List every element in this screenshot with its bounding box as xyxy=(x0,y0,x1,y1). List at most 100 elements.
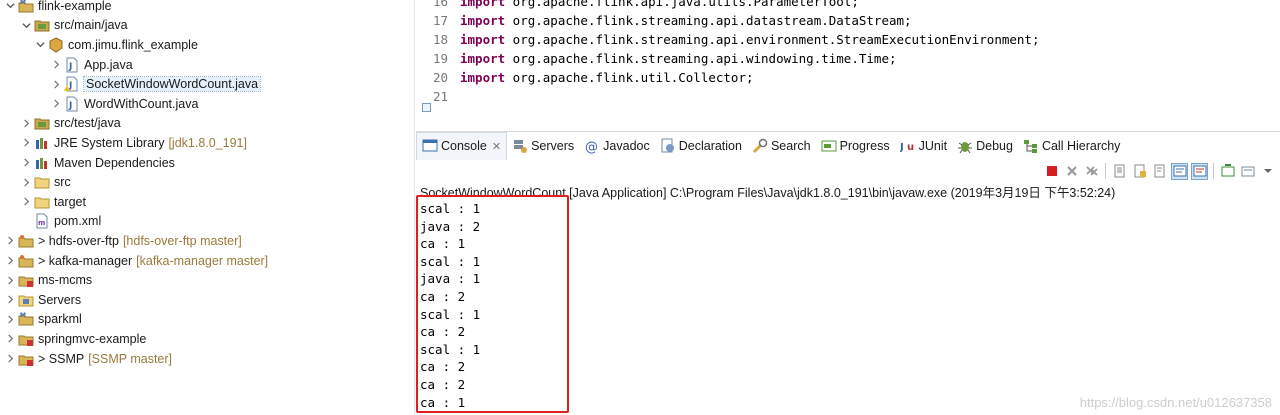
tree-item[interactable]: > hdfs-over-ftp [hdfs-over-ftp master] xyxy=(4,231,242,251)
tree-item[interactable]: Servers xyxy=(4,290,81,310)
chevron-right-icon[interactable] xyxy=(20,117,32,129)
chevron-right-icon[interactable] xyxy=(4,235,16,247)
tab-search[interactable]: Search xyxy=(747,132,816,160)
tree-item[interactable]: springmvc-example xyxy=(4,329,146,349)
tab-label: Progress xyxy=(839,138,890,153)
tree-item[interactable]: JRE System Library [jdk1.8.0_191] xyxy=(20,133,247,153)
tree-item[interactable]: J App.java xyxy=(50,55,133,75)
tree-item-label: ms-mcms xyxy=(38,273,93,288)
show-console-stdout-icon[interactable] xyxy=(1171,162,1188,180)
tab-call-hierarchy[interactable]: Call Hierarchy xyxy=(1018,132,1126,160)
servers-folder-icon xyxy=(18,292,34,308)
tab-console[interactable]: Console ✕ xyxy=(416,131,508,160)
chevron-right-icon[interactable] xyxy=(20,157,32,169)
java-file-icon: J xyxy=(64,96,80,112)
tree-item-label: App.java xyxy=(84,57,133,72)
view-menu-chevron-down-icon[interactable] xyxy=(1259,163,1276,180)
remove-all-launches-icon[interactable] xyxy=(1083,163,1100,180)
tree-item-decoration: [jdk1.8.0_191] xyxy=(168,135,247,150)
tree-item[interactable]: > kafka-manager [kafka-manager master] xyxy=(4,251,268,271)
line-number: 21 xyxy=(432,89,448,104)
fold-toggle-icon[interactable] xyxy=(422,103,431,112)
console-output-line: scal : 1 xyxy=(420,201,481,216)
tab-label: Console xyxy=(441,139,487,153)
chevron-right-icon[interactable] xyxy=(20,196,32,208)
tab-declaration[interactable]: Declaration xyxy=(655,132,747,160)
tree-item-label: Maven Dependencies xyxy=(54,155,175,170)
chevron-down-icon[interactable] xyxy=(34,39,46,51)
line-number: 19 xyxy=(432,51,448,66)
tree-item[interactable]: target xyxy=(20,192,86,212)
tree-item[interactable]: J WordWithCount.java xyxy=(50,94,198,114)
code-line[interactable]: import org.apache.flink.util.Collector; xyxy=(460,70,754,85)
remove-launch-icon[interactable] xyxy=(1063,163,1080,180)
tree-item[interactable]: com.jimu.flink_example xyxy=(34,35,198,55)
debug-icon xyxy=(957,138,973,154)
no-twisty xyxy=(20,215,32,227)
chevron-right-icon[interactable] xyxy=(4,294,16,306)
tree-item-label: springmvc-example xyxy=(38,331,147,346)
svg-text:M: M xyxy=(20,0,26,6)
console-output[interactable]: scal : 1 java : 2 ca : 1 scal : 1 java : 1 ca… xyxy=(420,200,620,411)
tree-item-label: SocketWindowWordCount.java xyxy=(82,76,262,93)
pin-console-icon[interactable] xyxy=(1219,163,1236,180)
tree-item[interactable]: Maven Dependencies xyxy=(20,153,175,173)
chevron-right-icon[interactable] xyxy=(4,255,16,267)
tree-item[interactable]: src/test/java xyxy=(20,114,121,134)
tree-item[interactable]: m pom.xml xyxy=(20,212,101,232)
tree-item-decoration: [hdfs-over-ftp master] xyxy=(122,233,242,248)
tree-item[interactable]: J SocketWindowWordCount.java xyxy=(50,74,262,94)
console-output-line: ca : 2 xyxy=(420,376,466,392)
toolbar-separator xyxy=(1105,163,1106,179)
console-output-line: ca : 1 xyxy=(420,236,466,252)
junit-icon: Ju xyxy=(900,138,916,154)
tab-debug[interactable]: Debug xyxy=(952,132,1018,160)
chevron-right-icon[interactable] xyxy=(50,98,62,110)
tab-label: Declaration xyxy=(678,138,742,153)
tree-item[interactable]: src xyxy=(20,172,71,192)
chevron-right-icon[interactable] xyxy=(50,78,62,90)
tab-progress[interactable]: Progress xyxy=(816,132,895,160)
close-icon[interactable]: ✕ xyxy=(492,140,501,153)
code-line[interactable]: import org.apache.flink.streaming.api.en… xyxy=(460,32,1039,47)
folder-icon xyxy=(34,174,50,190)
tree-item[interactable]: Mflink-example xyxy=(4,0,112,16)
console-output-line: scal : 1 xyxy=(420,306,481,322)
tab-servers[interactable]: Servers xyxy=(507,132,579,160)
code-line[interactable]: import org.apache.flink.streaming.api.da… xyxy=(460,13,912,28)
scroll-lock-icon[interactable] xyxy=(1131,163,1148,180)
tree-item[interactable]: src/main/java xyxy=(20,16,128,36)
code-line[interactable]: import org.apache.flink.api.java.utils.P… xyxy=(460,0,859,9)
code-editor[interactable]: 16 import org.apache.flink.api.java.utils… xyxy=(416,0,1280,128)
java-file-icon: J xyxy=(64,57,80,73)
code-keyword: import xyxy=(460,32,506,47)
code-line[interactable]: import org.apache.flink.streaming.api.wi… xyxy=(460,51,897,66)
console-toolbar xyxy=(416,159,1280,183)
tree-item[interactable]: Msparkml xyxy=(4,310,82,330)
tab-label: JUnit xyxy=(918,138,948,153)
chevron-right-icon[interactable] xyxy=(4,333,16,345)
word-wrap-icon[interactable] xyxy=(1151,163,1168,180)
tree-item[interactable]: ms-mcms xyxy=(4,270,92,290)
tree-item[interactable]: > SSMP [SSMP master] xyxy=(4,349,172,369)
tab-javadoc[interactable]: @ Javadoc xyxy=(579,132,655,160)
display-selected-console-icon[interactable] xyxy=(1239,163,1256,180)
terminate-icon[interactable] xyxy=(1043,163,1060,180)
console-output-line: ca : 2 xyxy=(420,324,466,340)
chevron-right-icon[interactable] xyxy=(50,59,62,71)
console-output-line: scal : 1 xyxy=(420,341,481,357)
chevron-right-icon[interactable] xyxy=(20,176,32,188)
clear-console-icon[interactable] xyxy=(1111,163,1128,180)
chevron-down-icon[interactable] xyxy=(4,0,16,12)
chevron-right-icon[interactable] xyxy=(4,274,16,286)
chevron-right-icon[interactable] xyxy=(4,313,16,325)
search-icon xyxy=(752,138,768,154)
project-error-icon xyxy=(18,331,34,347)
show-console-stderr-icon[interactable] xyxy=(1191,162,1208,180)
pom-file-icon: m xyxy=(34,213,50,229)
tab-junit[interactable]: Ju JUnit xyxy=(895,132,952,160)
code-text: org.apache.flink.streaming.api.windowing… xyxy=(505,51,897,66)
chevron-right-icon[interactable] xyxy=(20,137,32,149)
chevron-right-icon[interactable] xyxy=(4,353,16,365)
chevron-down-icon[interactable] xyxy=(20,19,32,31)
